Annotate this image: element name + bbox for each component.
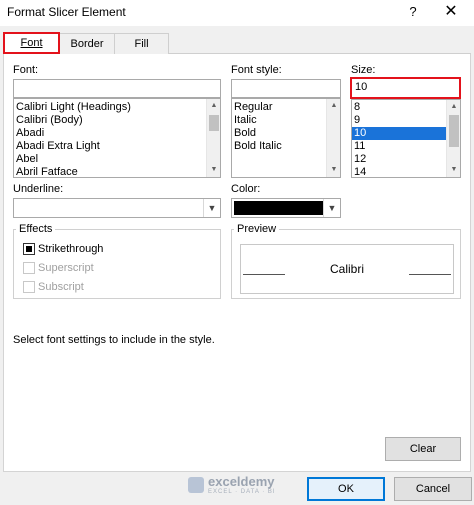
font-list[interactable]: Calibri Light (Headings) Calibri (Body) … [13, 98, 221, 178]
dialog-title: Format Slicer Element [7, 5, 126, 19]
clear-button[interactable]: Clear [385, 437, 461, 461]
size-option[interactable]: 12 [352, 153, 460, 166]
size-option[interactable]: 8 [352, 101, 460, 114]
color-swatch [234, 201, 323, 215]
underline-dropdown[interactable]: ▼ [13, 198, 221, 218]
underline-label: Underline: [13, 183, 64, 195]
superscript-label: Superscript [38, 262, 94, 274]
tab-fill[interactable]: Fill [114, 33, 169, 54]
scroll-down-icon[interactable]: ▼ [207, 163, 220, 177]
scroll-thumb[interactable] [209, 115, 219, 131]
font-label: Font: [13, 64, 39, 76]
tab-font[interactable]: Font [3, 32, 60, 54]
font-option[interactable]: Abadi Extra Light [14, 140, 220, 153]
ok-button[interactable]: OK [307, 477, 385, 501]
preview-box: Calibri [240, 244, 454, 294]
size-list[interactable]: 8 9 10 11 12 14 ▲ ▼ [351, 99, 461, 178]
color-dropdown[interactable]: ▼ [231, 198, 341, 218]
scroll-up-icon[interactable]: ▲ [447, 100, 460, 114]
font-style-input[interactable] [231, 79, 341, 98]
font-option[interactable]: Abadi [14, 127, 220, 140]
font-option[interactable]: Calibri (Body) [14, 114, 220, 127]
strikethrough-label: Strikethrough [38, 243, 104, 255]
subscript-checkbox [23, 281, 35, 293]
preview-line-right [409, 274, 451, 275]
help-button[interactable]: ? [402, 2, 424, 22]
superscript-checkbox [23, 262, 35, 274]
color-label: Color: [231, 183, 261, 195]
watermark-tagline: EXCEL · DATA · BI [208, 489, 276, 495]
cancel-button[interactable]: Cancel [394, 477, 472, 501]
chevron-down-icon[interactable]: ▼ [203, 199, 220, 217]
preview-title: Preview [234, 223, 280, 235]
size-option-selected[interactable]: 10 [352, 127, 446, 140]
scroll-up-icon[interactable]: ▲ [207, 99, 220, 113]
size-list-scrollbar[interactable]: ▲ ▼ [446, 100, 460, 177]
font-style-label: Font style: [231, 64, 282, 76]
font-style-option[interactable]: Italic [232, 114, 340, 127]
tab-border[interactable]: Border [59, 33, 115, 54]
scroll-down-icon[interactable]: ▼ [447, 163, 460, 177]
font-option[interactable]: Abel [14, 153, 220, 166]
font-option[interactable]: Calibri Light (Headings) [14, 101, 220, 114]
logo-icon [188, 477, 204, 493]
size-option[interactable]: 14 [352, 166, 460, 177]
scroll-down-icon[interactable]: ▼ [327, 163, 340, 177]
font-style-scrollbar[interactable]: ▲ ▼ [326, 99, 340, 177]
chevron-down-icon[interactable]: ▼ [323, 199, 340, 217]
font-style-option[interactable]: Bold Italic [232, 140, 340, 153]
watermark-logo: exceldemy EXCEL · DATA · BI [188, 474, 296, 498]
font-style-list[interactable]: Regular Italic Bold Bold Italic ▲ ▼ [231, 98, 341, 178]
font-style-option[interactable]: Regular [232, 101, 340, 114]
watermark-name: exceldemy [208, 474, 275, 489]
scroll-up-icon[interactable]: ▲ [327, 99, 340, 113]
size-option[interactable]: 9 [352, 114, 460, 127]
hint-text: Select font settings to include in the s… [13, 334, 215, 346]
font-style-option[interactable]: Bold [232, 127, 340, 140]
font-input[interactable] [13, 79, 221, 98]
font-list-scrollbar[interactable]: ▲ ▼ [206, 99, 220, 177]
effects-title: Effects [16, 223, 56, 235]
strikethrough-checkbox[interactable] [23, 243, 35, 255]
size-input[interactable]: 10 [350, 77, 461, 99]
close-button[interactable]: ✕ [440, 1, 462, 23]
scroll-thumb[interactable] [449, 115, 459, 147]
size-label: Size: [351, 64, 376, 76]
subscript-label: Subscript [38, 281, 84, 293]
size-option[interactable]: 11 [352, 140, 460, 153]
font-option[interactable]: Abril Fatface [14, 166, 220, 177]
